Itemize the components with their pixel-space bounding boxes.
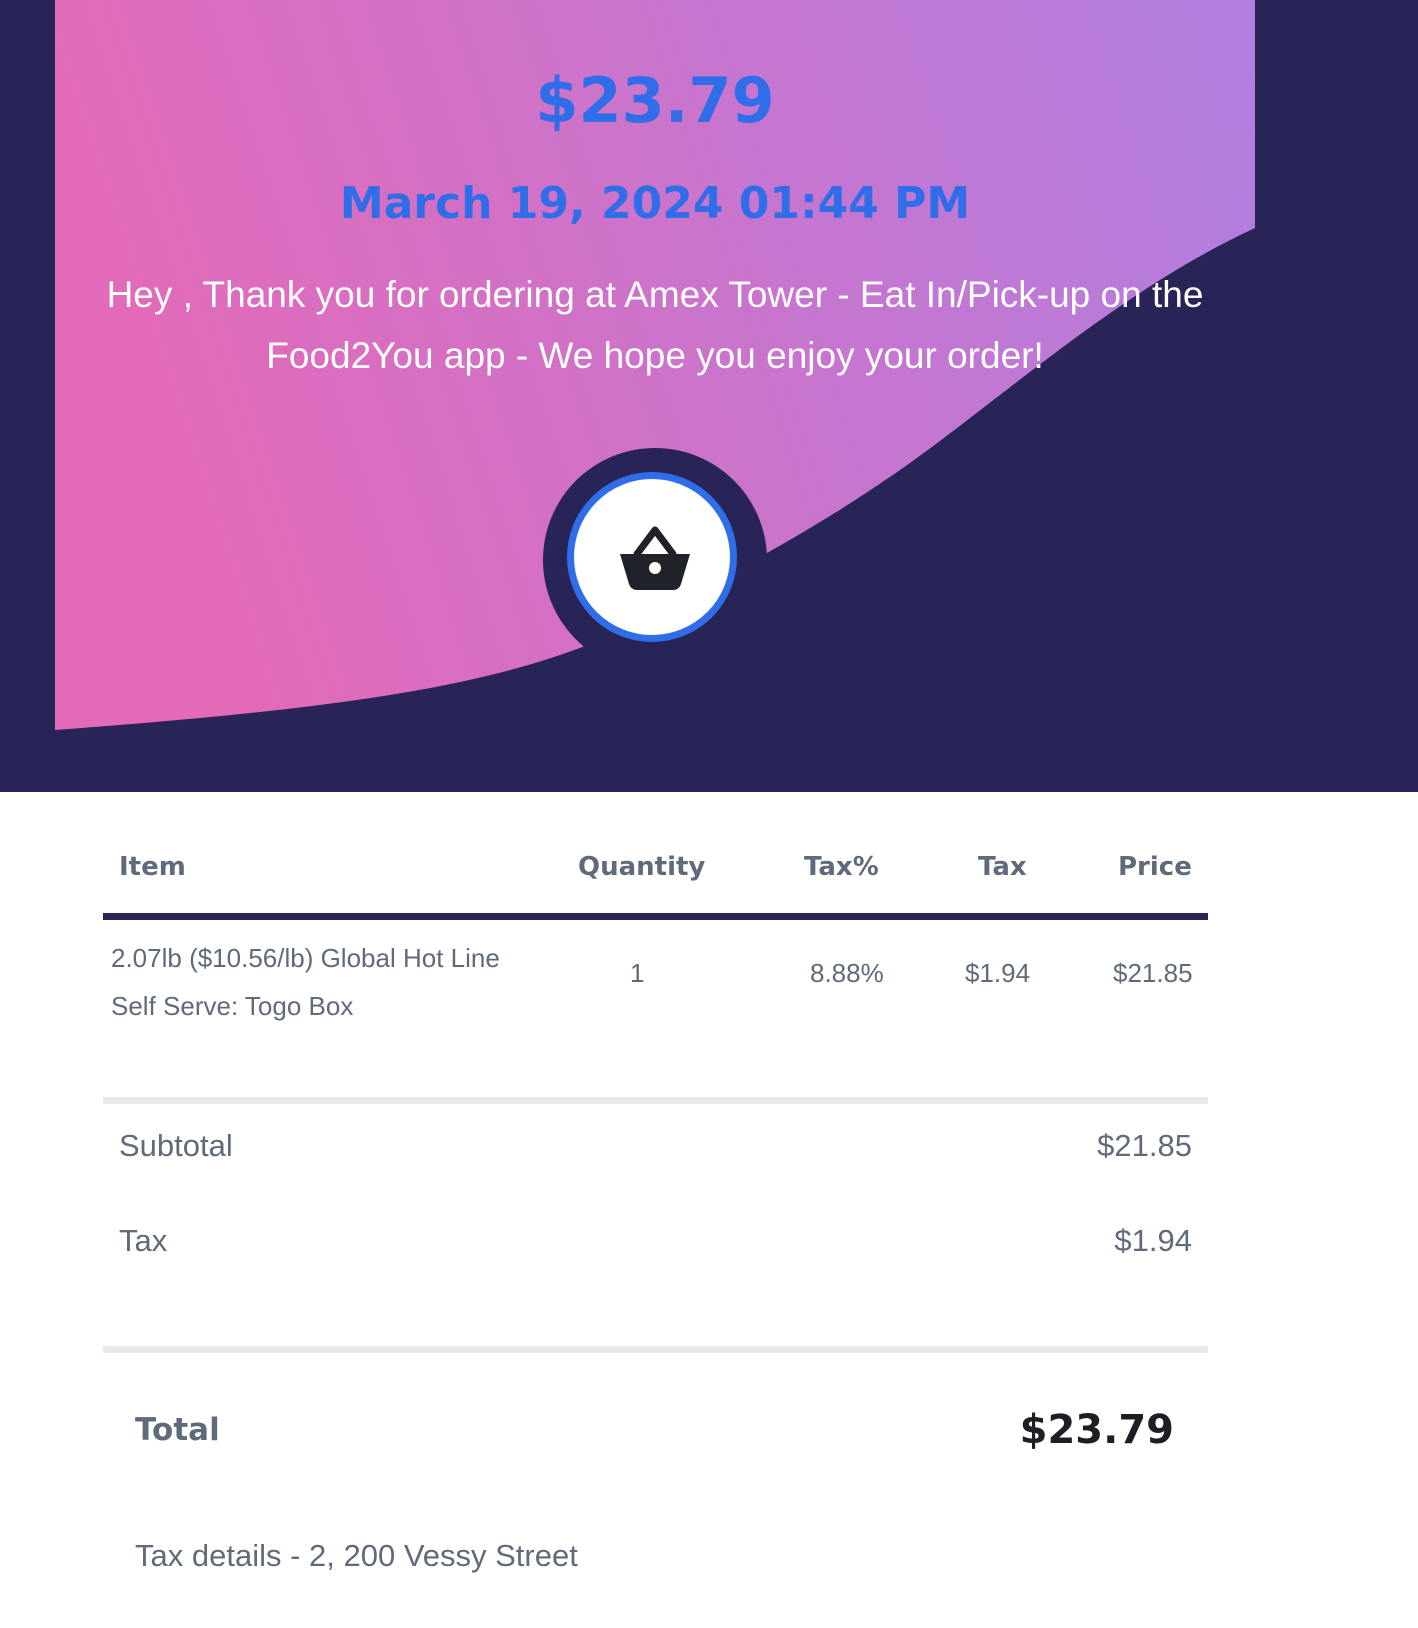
table-row: 2.07lb ($10.56/lb) Global Hot Line Self … [103,930,1208,1021]
item-tax: $1.94 [965,958,1031,988]
subtotal-value: $21.85 [1097,1128,1192,1163]
total-value: $23.79 [1019,1407,1174,1453]
item-description: 2.07lb ($10.56/lb) Global Hot Line Self … [111,934,551,1030]
tax-details: Tax details - 2, 200 Vessy Street [135,1538,578,1573]
header-divider [103,913,1208,920]
tax-value: $1.94 [1114,1223,1192,1258]
item-name: 2.07lb ($10.56/lb) Global Hot Line [111,943,500,973]
item-quantity: 1 [630,958,645,988]
order-amount: $23.79 [535,64,775,137]
tax-label: Tax [119,1223,168,1258]
column-header-item: Item [119,852,186,882]
row-divider [103,1097,1208,1104]
summary-divider [103,1346,1208,1353]
item-tax-percent: 8.88% [810,958,884,988]
items-table-header: Item Quantity Tax% Tax Price [103,852,1208,900]
total-label: Total [135,1412,220,1448]
order-datetime: March 19, 2024 01:44 PM [339,178,971,229]
column-header-quantity: Quantity [578,852,706,882]
column-header-tax: Tax [978,852,1027,882]
subtotal-label: Subtotal [119,1128,233,1163]
column-header-price: Price [1118,852,1192,882]
column-header-tax-percent: Tax% [804,852,879,882]
receipt-header: $23.79 March 19, 2024 01:44 PM Hey , Tha… [0,0,1418,792]
shopping-basket-icon [620,526,690,590]
thank-you-message: Hey , Thank you for ordering at Amex Tow… [106,274,1204,376]
item-price: $21.85 [1113,958,1193,988]
item-option: Self Serve: Togo Box [111,991,354,1021]
